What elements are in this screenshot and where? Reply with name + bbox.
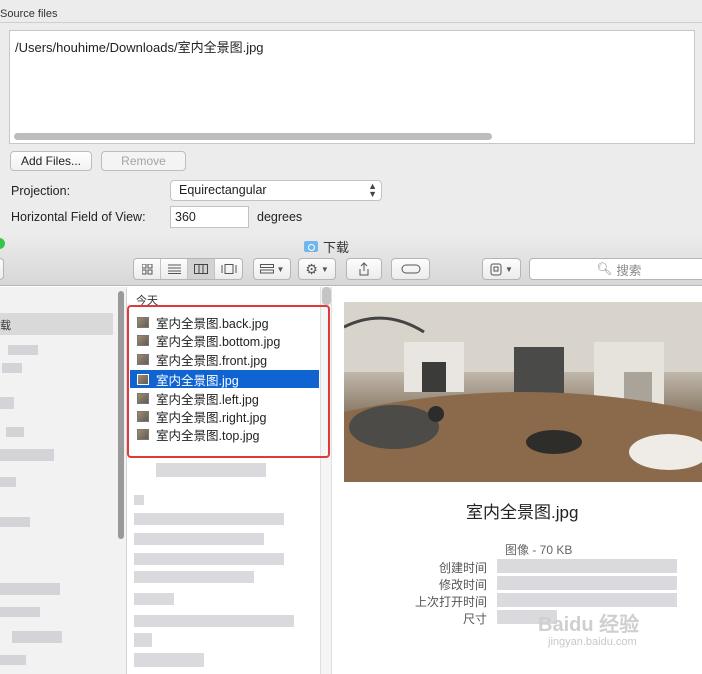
share-button[interactable] bbox=[346, 258, 382, 280]
finder-sidebar: 载 bbox=[0, 287, 127, 674]
blurred-meta-value bbox=[497, 576, 677, 590]
remove-button[interactable]: Remove bbox=[101, 151, 186, 171]
add-files-button[interactable]: Add Files... bbox=[10, 151, 92, 171]
blurred-file-row bbox=[134, 653, 204, 667]
blurred-file-row bbox=[134, 495, 144, 505]
window-title: 下载 bbox=[304, 237, 349, 256]
chevron-down-icon: ▼ bbox=[505, 264, 513, 274]
back-button[interactable] bbox=[0, 258, 4, 280]
panorama-illustration bbox=[344, 302, 702, 482]
blurred-sidebar-item bbox=[0, 517, 30, 527]
share-icon bbox=[359, 262, 369, 276]
blurred-sidebar-item bbox=[0, 477, 16, 487]
select-arrows-icon: ▲ ▼ bbox=[368, 181, 377, 199]
preview-pane: 室内全景图.jpg 图像 - 70 KB 创建时间 修改时间 上次打开时间 尺寸 bbox=[333, 287, 702, 674]
blurred-sidebar-item bbox=[8, 345, 38, 355]
source-files-list[interactable]: /Users/houhime/Downloads/室内全景图.jpg bbox=[9, 30, 695, 144]
blurred-sidebar-item bbox=[0, 583, 60, 595]
tag-icon bbox=[401, 264, 420, 274]
view-mode-segmented-control[interactable] bbox=[133, 258, 243, 280]
preview-file-name: 室内全景图.jpg bbox=[466, 503, 579, 522]
search-icon: 🔍︎ bbox=[596, 261, 613, 276]
list-view-icon[interactable] bbox=[161, 259, 188, 279]
last-opened-label: 上次打开时间 bbox=[414, 595, 487, 609]
tags-button[interactable] bbox=[391, 258, 430, 280]
zoom-window-button[interactable] bbox=[0, 238, 5, 249]
blurred-sidebar-item bbox=[6, 427, 24, 437]
blurred-sidebar-item bbox=[0, 397, 14, 409]
blurred-meta-value bbox=[497, 559, 677, 573]
source-file-path[interactable]: /Users/houhime/Downloads/室内全景图.jpg bbox=[15, 37, 264, 56]
fov-input[interactable]: 360 bbox=[170, 206, 249, 228]
blurred-file-row bbox=[134, 533, 264, 545]
projection-value: Equirectangular bbox=[179, 183, 267, 197]
group-by-button[interactable]: ▼ bbox=[253, 258, 291, 280]
panorama-converter-dialog: Source files /Users/houhime/Downloads/室内… bbox=[0, 0, 702, 236]
blurred-sidebar-item bbox=[12, 631, 62, 643]
downloads-folder-icon bbox=[304, 241, 318, 252]
baidu-watermark: Baidu 经验 bbox=[538, 614, 640, 636]
gear-icon: ⚙ bbox=[305, 260, 318, 277]
sidebar-item-label: 载 bbox=[0, 320, 11, 332]
panorama-preview-image bbox=[344, 302, 702, 482]
column-scroll-handle[interactable] bbox=[322, 287, 331, 305]
search-field[interactable]: 🔍︎ 搜索 bbox=[529, 258, 702, 280]
sidebar-item-downloads[interactable]: 载 bbox=[0, 313, 113, 335]
window-title-text: 下载 bbox=[323, 240, 350, 255]
blurred-file-row bbox=[134, 593, 174, 605]
blurred-sidebar-item bbox=[0, 655, 26, 665]
icon-view-icon[interactable] bbox=[134, 259, 161, 279]
modified-time-label: 修改时间 bbox=[438, 578, 487, 592]
created-time-label: 创建时间 bbox=[438, 561, 487, 575]
fov-label: Horizontal Field of View: bbox=[11, 210, 146, 224]
horizontal-scrollbar[interactable] bbox=[14, 133, 492, 140]
projection-select[interactable]: Equirectangular ▲ ▼ bbox=[170, 180, 382, 201]
blurred-sidebar-item bbox=[2, 363, 22, 373]
blurred-file-row bbox=[156, 463, 266, 477]
blurred-file-row bbox=[134, 615, 294, 627]
baidu-watermark-url: jingyan.baidu.com bbox=[548, 636, 637, 648]
chevron-down-icon: ▼ bbox=[276, 264, 285, 274]
action-menu-button[interactable]: ⚙ ▼ bbox=[298, 258, 336, 280]
blurred-sidebar-item bbox=[0, 449, 54, 461]
dropbox-button[interactable]: ▼ bbox=[482, 258, 521, 280]
projection-label: Projection: bbox=[11, 184, 71, 198]
dropbox-icon bbox=[490, 263, 502, 275]
search-placeholder: 搜索 bbox=[616, 263, 642, 278]
blurred-file-row bbox=[134, 553, 284, 565]
source-files-title: Source files bbox=[0, 8, 58, 20]
blurred-meta-value bbox=[497, 593, 677, 607]
column-view-icon[interactable] bbox=[188, 259, 215, 279]
highlight-box bbox=[127, 305, 330, 458]
blurred-sidebar-item bbox=[0, 607, 40, 617]
preview-summary: 图像 - 70 KB bbox=[505, 543, 573, 557]
fov-unit: degrees bbox=[257, 210, 303, 224]
blurred-file-row bbox=[134, 571, 254, 583]
blurred-file-row bbox=[134, 633, 152, 647]
chevron-down-icon: ▼ bbox=[320, 264, 329, 274]
divider bbox=[0, 22, 702, 23]
sidebar-scrollbar[interactable] bbox=[118, 291, 124, 539]
finder-toolbar: 下载 ▼ ⚙ ▼ ▼ 🔍︎ 搜索 bbox=[0, 236, 702, 286]
group-icon bbox=[259, 264, 274, 274]
blurred-file-row bbox=[134, 513, 284, 525]
dimensions-label: 尺寸 bbox=[462, 612, 487, 626]
gallery-view-icon[interactable] bbox=[215, 259, 242, 279]
